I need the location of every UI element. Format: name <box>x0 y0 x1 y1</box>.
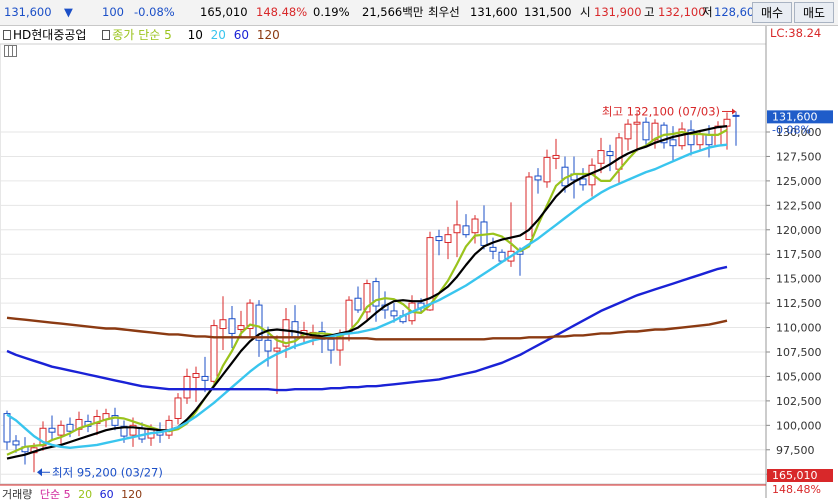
candle-body <box>3 413 11 443</box>
y-tick-label: 100,000 <box>776 419 822 432</box>
y-tick-label: 127,500 <box>776 150 822 163</box>
lc-label: LC:38.24 <box>770 26 821 40</box>
candle-body <box>534 175 542 181</box>
candle-body <box>435 236 443 242</box>
volume-ma20-label: 20 <box>78 488 93 501</box>
y-tick-label: 122,500 <box>776 199 822 212</box>
candle-body <box>543 156 551 183</box>
y-tick-label: 107,500 <box>776 346 822 359</box>
candle-body <box>453 224 461 234</box>
candle-body <box>183 375 191 399</box>
candle-body <box>66 423 74 432</box>
candle-body <box>579 178 587 186</box>
y-tick-label: 120,000 <box>776 224 822 237</box>
y-tick-label: 97,500 <box>776 444 815 457</box>
candle-body <box>552 154 560 159</box>
candle-body <box>165 419 173 436</box>
candle-body <box>237 325 245 331</box>
volume-percent-label: 148.48% <box>772 483 821 496</box>
volume-legend: 거래량 단순 5 20 60 120 <box>2 486 146 502</box>
candle-body <box>327 338 335 351</box>
candle-body <box>264 339 272 352</box>
y-tick-label: 110,000 <box>776 322 822 335</box>
candle-body <box>606 151 614 156</box>
y-tick-label: 117,500 <box>776 248 822 261</box>
low-annotation: 최저 95,200 (03/27) <box>52 465 163 479</box>
high-arrow-icon <box>732 108 736 115</box>
low-arrow-icon <box>37 468 42 477</box>
candle-body <box>174 397 182 419</box>
candle-body <box>624 123 632 140</box>
candle-body <box>669 139 677 147</box>
candle-body <box>219 319 227 330</box>
candle-body <box>462 225 470 236</box>
candle-body <box>489 246 497 252</box>
candle-body <box>201 375 209 381</box>
candle-body <box>597 150 605 164</box>
volume-value-label: 165,010 <box>772 469 818 482</box>
y-tick-label: 115,000 <box>776 273 822 286</box>
candle-body <box>615 137 623 170</box>
candle-body <box>48 427 56 433</box>
candle-body <box>444 234 452 243</box>
candle-body <box>471 218 479 234</box>
y-tick-label: 112,500 <box>776 297 822 310</box>
volume-ma60-label: 60 <box>99 488 114 501</box>
current-change-label: -0.08% <box>772 123 811 136</box>
candle-body <box>642 121 650 141</box>
candle-body <box>723 118 731 127</box>
candle-body <box>57 424 65 436</box>
price-chart: 95,00097,500100,000102,500105,000107,500… <box>0 26 833 498</box>
candle-body <box>192 373 200 378</box>
candle-body <box>633 121 641 125</box>
candle-body <box>273 347 281 352</box>
candle-body <box>210 325 218 382</box>
y-tick-label: 105,000 <box>776 370 822 383</box>
candle-body <box>732 114 740 117</box>
candle-body <box>354 297 362 311</box>
candle-body <box>12 440 20 446</box>
volume-ma120-label: 120 <box>121 488 143 501</box>
candle-body <box>390 310 398 317</box>
high-annotation: 최고 132,100 (07/03) <box>602 104 720 118</box>
y-tick-label: 102,500 <box>776 395 822 408</box>
volume-ma5-label: 단순 5 <box>39 488 71 501</box>
candle-body <box>228 318 236 334</box>
candle-body <box>291 321 299 338</box>
current-price-label: 131,600 <box>772 110 818 123</box>
volume-label: 거래량 <box>2 488 33 501</box>
candle-body <box>696 133 704 146</box>
candle-body <box>705 134 713 146</box>
y-tick-label: 125,000 <box>776 175 822 188</box>
